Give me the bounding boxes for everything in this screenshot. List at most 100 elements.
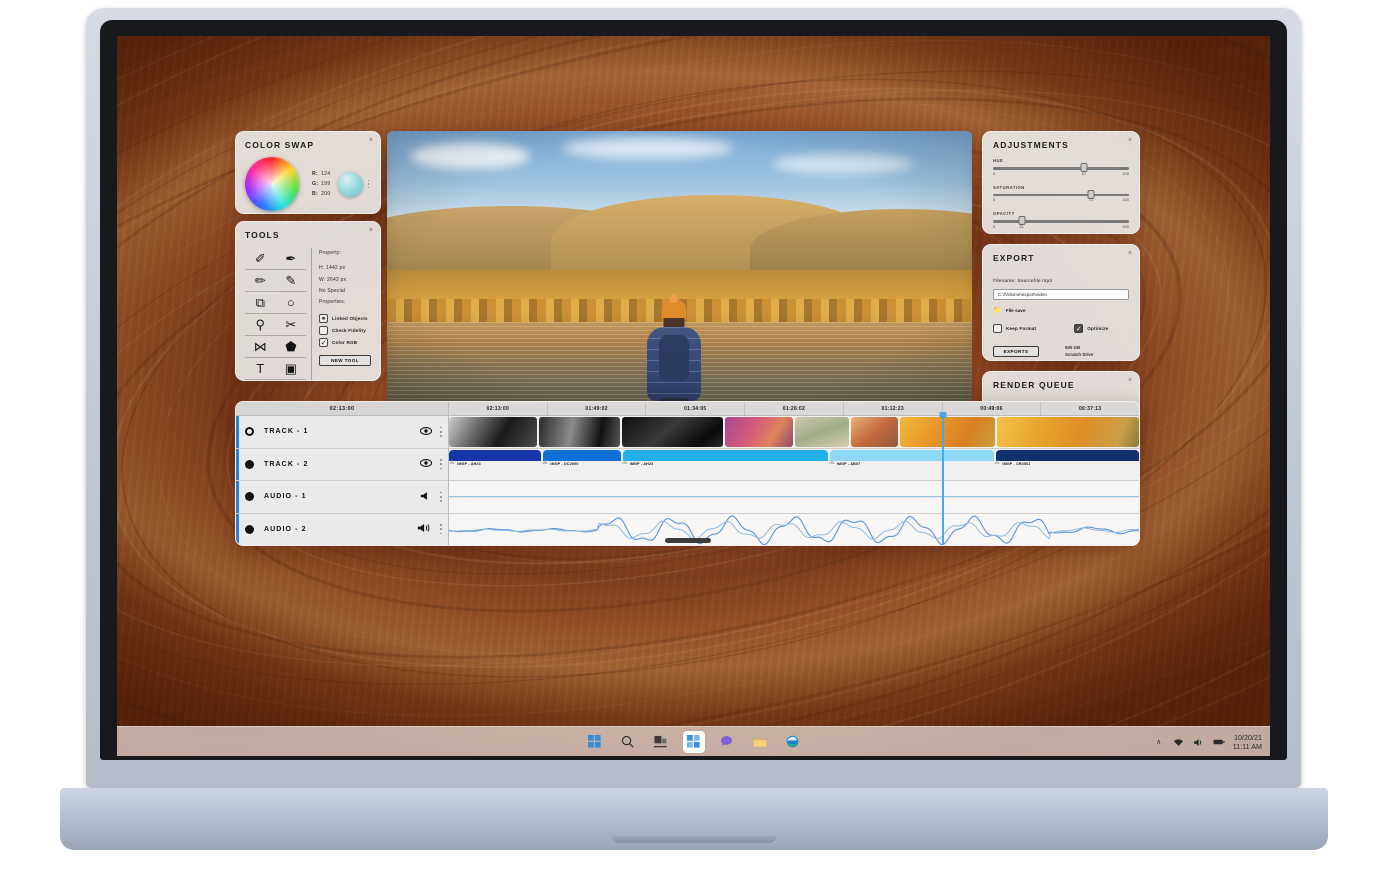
clip-thumbnail[interactable] (538, 417, 620, 447)
text-icon[interactable]: T (245, 358, 276, 380)
color-wheel[interactable] (245, 157, 299, 211)
marker-icon[interactable]: ✏ (245, 270, 276, 292)
tray-clock[interactable]: 10/20/21 11:11 AM (1233, 733, 1262, 751)
keep-format-label: Keep Format (1006, 326, 1037, 331)
ruler-tick: 01:12:23 (844, 402, 943, 415)
track-lanes[interactable]: IMGP - AH23 IMGP - DC2000 IMGP - AH23 IMGP … (448, 416, 1139, 545)
brush-icon[interactable]: ✐ (245, 248, 276, 270)
laptop-device: 0:00 0:13 ◀ ▶ ▶ COLOR SWAP × R:124 G:199… (0, 0, 1389, 874)
saturation-label: SATURATION (993, 184, 1025, 190)
track-1-lane[interactable] (449, 416, 1139, 449)
more-options-icon[interactable] (367, 179, 370, 189)
windows-taskbar[interactable]: ∧ 10/20/21 11:11 AM (117, 726, 1270, 756)
clip-thumbnail[interactable] (449, 417, 537, 447)
track-row[interactable]: AUDIO - 2 (236, 513, 448, 546)
record-toggle-icon[interactable] (245, 459, 254, 469)
chat-icon[interactable] (716, 731, 738, 753)
scissors-icon[interactable]: ✂ (275, 314, 307, 336)
color-rgb-checkbox[interactable]: ✓ (319, 338, 328, 348)
track-label: TRACK - 2 (264, 460, 309, 468)
tool-grid[interactable]: ✐ ✒ ✏ ✎ ⧉ ○ ⚲ ✂ ⋈ ⬟ T ▣ (245, 248, 307, 380)
mute-icon[interactable] (420, 491, 432, 503)
exports-button[interactable]: EXPORTS (993, 345, 1039, 357)
optimize-checkbox[interactable]: ✓ (1074, 324, 1084, 333)
close-icon[interactable]: × (1128, 137, 1132, 144)
saturation-slider-group: SATURATION 0 72 100 (993, 185, 1129, 204)
hue-label: HUE (993, 158, 1004, 163)
start-icon[interactable] (584, 731, 606, 753)
eye-icon[interactable] (420, 426, 433, 437)
hue-value: 67 (1081, 170, 1087, 176)
clip-thumbnail[interactable] (725, 417, 794, 447)
keep-format-checkbox[interactable] (993, 324, 1002, 333)
track-row[interactable]: TRACK - 1 (236, 416, 448, 449)
audio-1-lane[interactable] (449, 481, 1139, 514)
track-options-icon[interactable] (440, 491, 442, 502)
feather-pen-icon[interactable]: ✒ (275, 248, 307, 270)
timeline-scrollbar[interactable] (664, 538, 711, 543)
property-special: No Special Properties. (319, 287, 346, 305)
new-tool-button[interactable]: NEW TOOL (319, 355, 371, 367)
track-headers[interactable]: TRACK - 1 TRACK - 2 AUDIO - 1 AUDIO - 2 (236, 416, 449, 546)
pencil-icon[interactable]: ✎ (275, 270, 307, 292)
track-options-icon[interactable] (440, 426, 442, 437)
timeline-clip[interactable] (623, 449, 829, 461)
ruler-tick: 01:26:02 (745, 402, 844, 415)
clip-thumbnail[interactable] (851, 417, 899, 447)
wifi-icon[interactable] (1173, 736, 1185, 748)
track-options-icon[interactable] (440, 459, 442, 470)
ruler-tick: 00:37:13 (1078, 405, 1102, 412)
edge-browser-icon[interactable] (782, 731, 804, 753)
volume-icon[interactable] (417, 523, 432, 535)
mirror-icon[interactable]: ⋈ (245, 336, 276, 358)
record-toggle-icon[interactable] (245, 524, 254, 534)
zoom-icon[interactable]: ⚲ (245, 314, 276, 336)
file-save-row[interactable]: 📁 File save (993, 306, 1129, 314)
timeline-ruler[interactable]: 02:13:00 01:49:02 01:34:05 01:26:02 01:12:23… (449, 402, 1139, 415)
adjustments-panel: ADJUSTMENTS × HUE 0 67 100 SATURATION 0 … (982, 131, 1140, 234)
track-row[interactable]: AUDIO - 1 (236, 481, 448, 514)
track-row[interactable]: TRACK - 2 (236, 448, 448, 481)
crop-icon[interactable]: ⧉ (245, 292, 276, 314)
export-path-input[interactable]: C:\\Volume\export\video (993, 289, 1129, 300)
close-icon[interactable]: × (1128, 377, 1132, 384)
file-explorer-icon[interactable] (749, 731, 771, 753)
audio-2-lane[interactable] (448, 513, 1139, 545)
close-icon[interactable]: × (369, 137, 373, 144)
close-icon[interactable]: × (369, 227, 373, 234)
system-tray[interactable]: ∧ 10/20/21 11:11 AM (1153, 727, 1262, 756)
track-2-lane[interactable]: IMGP - AH23 IMGP - DC2000 IMGP - AH23 IMGP … (449, 449, 1139, 481)
clip-thumbnail[interactable] (622, 417, 724, 447)
search-icon[interactable] (617, 731, 639, 753)
video-preview[interactable] (387, 131, 972, 421)
gradient-icon[interactable]: ▣ (275, 358, 307, 380)
close-icon[interactable]: × (1128, 250, 1132, 257)
airbrush-icon[interactable]: ⬟ (275, 336, 307, 358)
audio-1-waveform (449, 496, 1139, 498)
color-swatch[interactable] (337, 171, 363, 197)
track-options-icon[interactable] (440, 524, 442, 535)
eye-icon[interactable] (420, 459, 433, 469)
check-fidelity-checkbox[interactable] (319, 326, 328, 336)
widgets-icon[interactable] (682, 730, 705, 753)
timeline-clip[interactable] (995, 449, 1139, 461)
task-view-icon[interactable] (650, 731, 672, 753)
battery-icon[interactable] (1213, 736, 1225, 748)
ruler-tick: 00:49:06 (943, 402, 1042, 415)
clip-thumbnail[interactable] (900, 417, 996, 447)
tray-chevron-icon[interactable]: ∧ (1153, 736, 1165, 748)
timeline-clip[interactable] (449, 449, 542, 461)
ellipse-icon[interactable]: ○ (275, 292, 307, 314)
record-toggle-icon[interactable] (245, 492, 254, 502)
timeline-playhead[interactable] (942, 416, 944, 545)
timeline-clip[interactable] (543, 449, 622, 461)
color-rgb-label: Color RGB (332, 340, 358, 346)
linked-objects-checkbox[interactable]: ⚭ (319, 314, 328, 324)
clip-thumbnail[interactable] (795, 417, 850, 447)
panel-title: COLOR SWAP (245, 140, 315, 150)
record-toggle-icon[interactable] (245, 427, 254, 437)
volume-icon[interactable] (1193, 736, 1205, 748)
timeline-clip[interactable] (830, 449, 994, 461)
clip-thumbnail[interactable] (997, 417, 1139, 447)
trackpad-notch (612, 836, 776, 843)
